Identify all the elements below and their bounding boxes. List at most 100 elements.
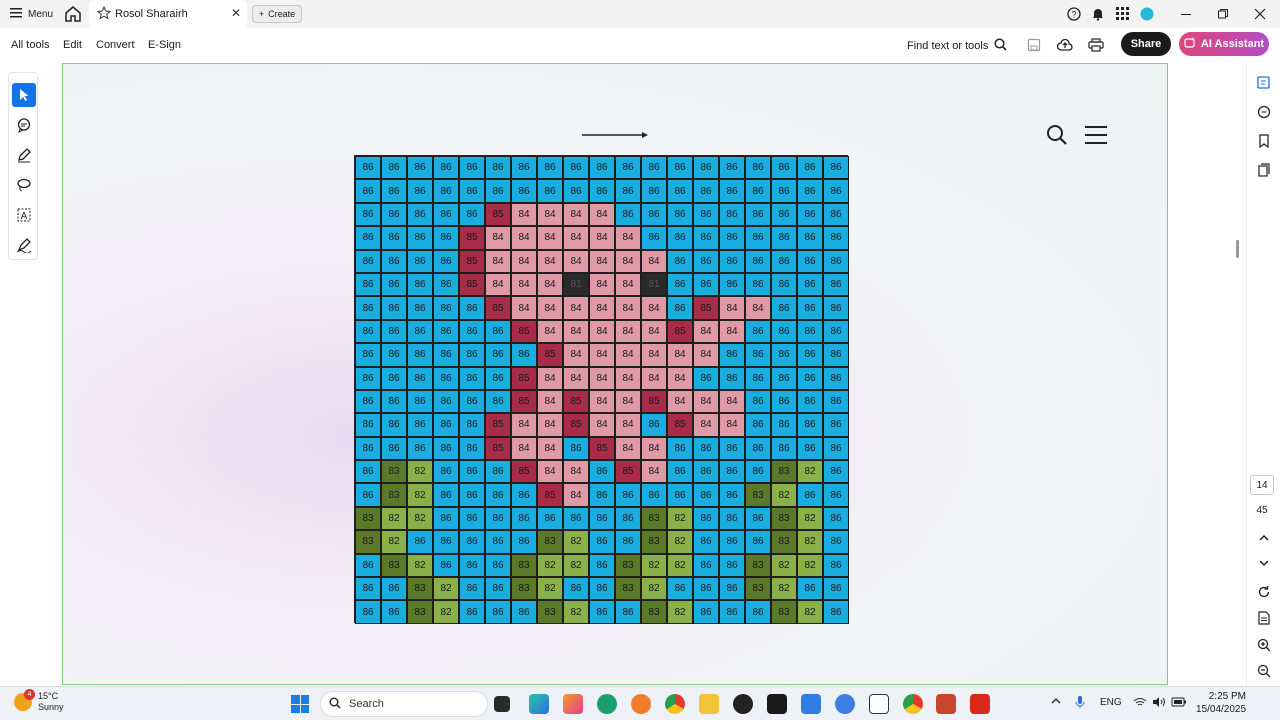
print-icon[interactable] bbox=[1087, 36, 1105, 54]
taskbar-search[interactable]: Search bbox=[320, 691, 488, 717]
weather-widget[interactable]: 4 15°C Sunny bbox=[14, 689, 64, 713]
chevron-up-icon[interactable] bbox=[1254, 528, 1274, 548]
zoom-in-icon[interactable] bbox=[1254, 635, 1274, 655]
grid-cell: 85 bbox=[589, 436, 615, 461]
grid-cell: 86 bbox=[797, 343, 823, 367]
grid-cell: 84 bbox=[641, 343, 667, 367]
outlook-icon[interactable] bbox=[869, 694, 889, 714]
copilot-app-icon[interactable] bbox=[563, 694, 583, 714]
grid-cell: 84 bbox=[563, 296, 589, 320]
media-player-icon[interactable] bbox=[733, 694, 753, 714]
acrobat-icon[interactable] bbox=[970, 694, 990, 714]
grid-cell: 83 bbox=[641, 530, 667, 554]
find-text-tools[interactable]: Find text or tools bbox=[907, 38, 1007, 54]
menu-label: Menu bbox=[28, 8, 54, 20]
grid-cell: 84 bbox=[563, 343, 589, 367]
firefox-icon[interactable] bbox=[631, 694, 651, 714]
battery-icon[interactable] bbox=[1171, 697, 1187, 710]
home-icon[interactable] bbox=[63, 4, 83, 24]
vertical-scrollbar[interactable] bbox=[1236, 240, 1239, 258]
refresh-icon[interactable] bbox=[1254, 582, 1274, 602]
zoom-out-icon[interactable] bbox=[1254, 661, 1274, 681]
grid-cell: 86 bbox=[589, 460, 615, 484]
search-icon[interactable] bbox=[1046, 124, 1068, 151]
lasso-tool-icon[interactable] bbox=[12, 173, 36, 197]
tab-close-icon[interactable]: ✕ bbox=[231, 6, 241, 20]
copilot-icon[interactable] bbox=[529, 694, 549, 714]
profile-icon[interactable] bbox=[1138, 5, 1156, 23]
page-view-icon[interactable] bbox=[1254, 608, 1274, 628]
grid-cell: 84 bbox=[511, 202, 537, 227]
bell-icon[interactable] bbox=[1089, 5, 1107, 23]
pages-panel-icon[interactable] bbox=[1254, 160, 1274, 180]
edge-icon[interactable] bbox=[597, 694, 617, 714]
close-icon[interactable] bbox=[1251, 5, 1269, 23]
chrome-profile-icon[interactable] bbox=[903, 694, 923, 714]
select-tool-icon[interactable] bbox=[12, 83, 36, 107]
grid-cell: 86 bbox=[381, 179, 407, 203]
wifi-icon[interactable] bbox=[1133, 697, 1147, 710]
save-icon[interactable] bbox=[1025, 36, 1043, 54]
grid-cell: 86 bbox=[563, 156, 589, 180]
chevron-up-tray-icon[interactable] bbox=[1051, 697, 1061, 708]
powerpoint-icon[interactable] bbox=[936, 694, 956, 714]
highlight-pen-icon[interactable] bbox=[12, 143, 36, 167]
chevron-down-icon[interactable] bbox=[1254, 553, 1274, 573]
grid-cell: 86 bbox=[459, 296, 485, 320]
grid-cell: 86 bbox=[693, 530, 719, 554]
grid-cell: 84 bbox=[537, 366, 563, 390]
settings-app-icon[interactable] bbox=[835, 694, 855, 714]
menu-convert[interactable]: Convert bbox=[96, 39, 135, 51]
menu-edit[interactable]: Edit bbox=[63, 39, 82, 51]
ai-panel-icon[interactable] bbox=[1254, 72, 1274, 92]
apps-grid-icon[interactable] bbox=[1114, 5, 1132, 23]
minimize-icon[interactable] bbox=[1177, 5, 1195, 23]
menu-e-sign[interactable]: E-Sign bbox=[148, 39, 181, 51]
chrome-icon[interactable] bbox=[665, 694, 685, 714]
grid-cell: 86 bbox=[615, 156, 641, 180]
microphone-icon[interactable] bbox=[1075, 695, 1085, 712]
ai-assistant-button[interactable]: AI Assistant bbox=[1179, 32, 1269, 56]
grid-cell: 84 bbox=[485, 226, 511, 250]
document-page[interactable]: 86 86 86 86 86 86 86 86 86 86 86 86 86 86 86 86 86 86 86 86… bbox=[62, 63, 1168, 685]
menu-all-tools[interactable]: All tools bbox=[11, 39, 50, 51]
grid-cell: 86 bbox=[745, 319, 771, 344]
document-tab[interactable]: Rosol Sharairh ✕ bbox=[89, 0, 247, 28]
bookmark-panel-icon[interactable] bbox=[1254, 131, 1274, 151]
text-box-icon[interactable]: A bbox=[12, 203, 36, 227]
notepad-icon[interactable] bbox=[801, 694, 821, 714]
grid-cell: 86 bbox=[407, 389, 433, 414]
grid-cell: 82 bbox=[797, 530, 823, 554]
grid-cell: 82 bbox=[771, 577, 797, 601]
help-icon[interactable]: ? bbox=[1065, 5, 1083, 23]
upload-cloud-icon[interactable] bbox=[1056, 36, 1074, 54]
hamburger-menu-icon[interactable] bbox=[1085, 125, 1107, 150]
sign-tool-icon[interactable] bbox=[12, 233, 36, 257]
comment-tool-icon[interactable] bbox=[12, 113, 36, 137]
grid-cell: 86 bbox=[797, 296, 823, 320]
grid-cell: 86 bbox=[433, 530, 459, 554]
language-indicator[interactable]: ENG bbox=[1100, 697, 1122, 708]
grid-cell: 86 bbox=[511, 156, 537, 180]
file-explorer-icon[interactable] bbox=[699, 694, 719, 714]
grid-cell: 86 bbox=[823, 156, 849, 180]
restore-icon[interactable] bbox=[1214, 5, 1232, 23]
task-view-icon[interactable] bbox=[494, 696, 510, 712]
create-button[interactable]: + Create bbox=[252, 5, 302, 23]
grid-cell: 86 bbox=[823, 226, 849, 250]
menu-button[interactable]: Menu bbox=[10, 6, 53, 22]
comments-panel-icon[interactable] bbox=[1254, 102, 1274, 122]
grid-cell: 86 bbox=[433, 156, 459, 180]
terminal-icon[interactable] bbox=[767, 694, 787, 714]
grid-cell: 86 bbox=[485, 319, 511, 344]
weather-badge: 4 bbox=[24, 689, 35, 700]
grid-cell: 86 bbox=[485, 156, 511, 180]
grid-cell: 84 bbox=[511, 272, 537, 297]
volume-icon[interactable] bbox=[1152, 697, 1166, 710]
clock[interactable]: 2:25 PM 15/04/2025 bbox=[1196, 690, 1246, 716]
grid-cell: 86 bbox=[797, 413, 823, 437]
star-icon[interactable] bbox=[96, 5, 112, 25]
windows-start-icon[interactable] bbox=[291, 695, 309, 713]
share-button[interactable]: Share bbox=[1121, 32, 1171, 56]
page-number-input[interactable]: 14 bbox=[1250, 475, 1274, 495]
